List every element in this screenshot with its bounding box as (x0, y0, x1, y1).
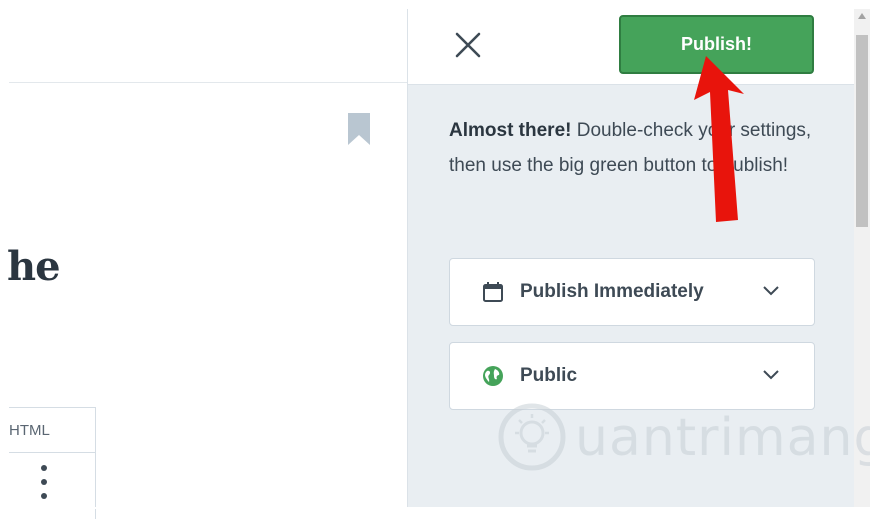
close-icon[interactable] (454, 31, 482, 59)
publish-schedule-label: Publish Immediately (520, 281, 704, 302)
publish-panel-header: Publish! (408, 9, 855, 85)
intro-bold: Almost there! (449, 120, 572, 141)
post-editor: he HTML (7, 9, 407, 519)
editor-toolbar (9, 9, 407, 83)
more-options-icon[interactable] (39, 465, 49, 501)
calendar-icon (483, 282, 503, 302)
publish-panel: Publish! Almost there! Double-check your… (407, 9, 855, 509)
html-tab-label[interactable]: HTML (9, 422, 50, 439)
publish-schedule-select[interactable]: Publish Immediately (449, 258, 815, 326)
scrollbar-thumb[interactable] (856, 35, 868, 227)
publish-intro-text: Almost there! Double-check your settings… (449, 113, 829, 183)
html-block-divider (9, 452, 95, 453)
bookmark-icon[interactable] (348, 113, 370, 145)
chevron-down-icon (763, 370, 779, 380)
chevron-down-icon (763, 286, 779, 296)
window-frame-top (0, 0, 870, 9)
scroll-up-arrow-icon[interactable] (858, 13, 866, 19)
globe-icon (483, 366, 503, 386)
vertical-scrollbar[interactable] (854, 9, 870, 509)
post-title-fragment[interactable]: he (7, 243, 61, 290)
html-block: HTML (9, 407, 96, 519)
visibility-label: Public (520, 365, 578, 386)
visibility-select[interactable]: Public (449, 342, 815, 410)
publish-button[interactable]: Publish! (619, 15, 814, 74)
